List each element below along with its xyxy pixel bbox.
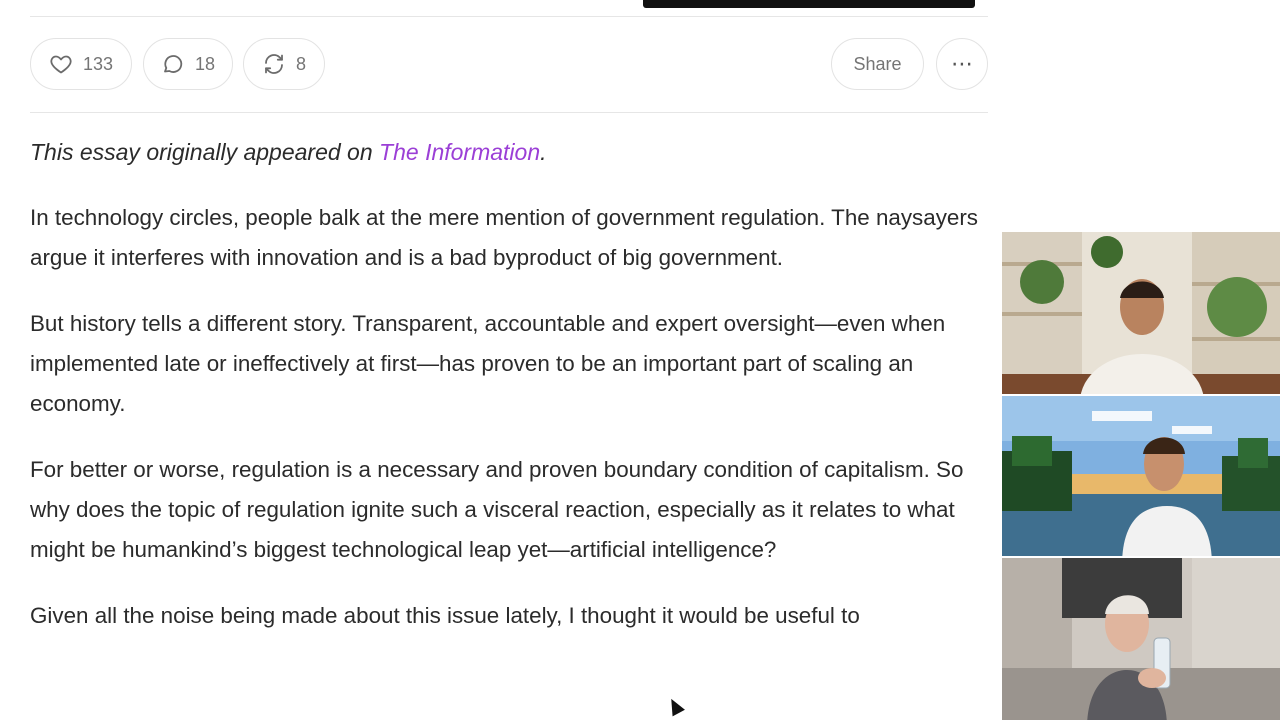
- paragraph: For better or worse, regulation is a nec…: [30, 457, 964, 562]
- share-label: Share: [853, 53, 902, 74]
- source-link[interactable]: The Information: [379, 139, 540, 165]
- restack-button[interactable]: 8: [243, 38, 325, 90]
- paragraph: In technology circles, people balk at th…: [30, 205, 978, 270]
- intro-prefix: This essay originally appeared on: [30, 139, 380, 165]
- comment-icon: [164, 55, 183, 73]
- restack-icon: [265, 54, 283, 74]
- heart-icon: [50, 55, 72, 74]
- share-button[interactable]: Share: [831, 38, 924, 90]
- more-icon: ⋯: [951, 51, 973, 76]
- more-options-button[interactable]: ⋯: [936, 38, 988, 90]
- mouse-cursor-icon: [665, 695, 685, 717]
- article-body: This essay originally appeared on The In…: [30, 132, 990, 662]
- video-tile-participant-2[interactable]: [1002, 396, 1280, 556]
- actions-divider: [30, 112, 988, 113]
- overlay-bar: [643, 0, 975, 8]
- like-button[interactable]: 133: [30, 38, 132, 90]
- intro-note: This essay originally appeared on The In…: [30, 132, 990, 172]
- paragraph: Given all the noise being made about thi…: [30, 603, 860, 628]
- paragraph: But history tells a different story. Tra…: [30, 311, 946, 416]
- restack-count: 8: [295, 53, 306, 74]
- comment-button[interactable]: 18: [143, 38, 233, 90]
- video-call-panel: [1002, 232, 1280, 720]
- comment-count: 18: [194, 53, 216, 74]
- video-tile-participant-3[interactable]: [1002, 558, 1280, 720]
- header-divider: [30, 16, 988, 17]
- like-count: 133: [82, 53, 114, 74]
- video-tile-participant-1[interactable]: [1002, 232, 1280, 394]
- post-actions-bar: 133 18 8 Share ⋯: [30, 38, 988, 92]
- intro-suffix: .: [540, 139, 547, 165]
